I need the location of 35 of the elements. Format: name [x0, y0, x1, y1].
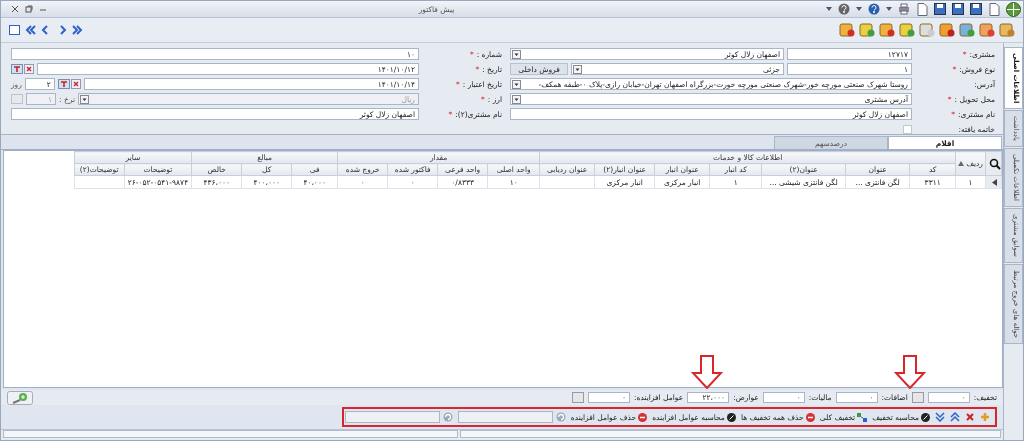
input-field[interactable] [344, 411, 440, 423]
print-icon[interactable] [898, 3, 910, 15]
dropdown-icon[interactable] [826, 6, 832, 12]
annotation-arrow [894, 355, 926, 389]
checkbox[interactable] [903, 124, 912, 134]
save-icon[interactable] [952, 3, 964, 15]
close-icon[interactable] [11, 5, 19, 13]
move-down-icon[interactable] [935, 412, 945, 422]
new-document-icon[interactable] [988, 2, 1000, 16]
restore-icon[interactable] [25, 5, 33, 13]
remove-icon [638, 412, 648, 422]
save-icon[interactable] [970, 3, 982, 15]
split-icon [857, 412, 868, 422]
clear-icon[interactable] [70, 79, 81, 89]
percent-icon [921, 412, 930, 422]
last-record-icon[interactable] [72, 24, 84, 36]
help-icon[interactable] [838, 3, 850, 15]
help-icon[interactable] [868, 3, 880, 15]
dropdown-icon[interactable] [886, 6, 892, 12]
panel-icon[interactable] [9, 25, 20, 35]
dropdown-icon[interactable] [856, 6, 862, 12]
add-search-icon[interactable] [7, 390, 33, 405]
document-icon[interactable] [916, 2, 928, 16]
clear-icon[interactable] [24, 64, 34, 74]
delete-icon[interactable] [965, 412, 975, 422]
sort-icon[interactable] [958, 161, 965, 166]
first-record-icon[interactable] [24, 24, 36, 36]
move-up-icon[interactable] [950, 412, 960, 422]
search-icon[interactable] [989, 157, 1001, 170]
remove-icon [805, 412, 815, 422]
percent-icon [726, 412, 736, 422]
save-icon[interactable] [934, 3, 946, 15]
logo-icon [1006, 1, 1021, 17]
annotation-arrow [691, 355, 723, 389]
input-field[interactable] [457, 411, 553, 423]
